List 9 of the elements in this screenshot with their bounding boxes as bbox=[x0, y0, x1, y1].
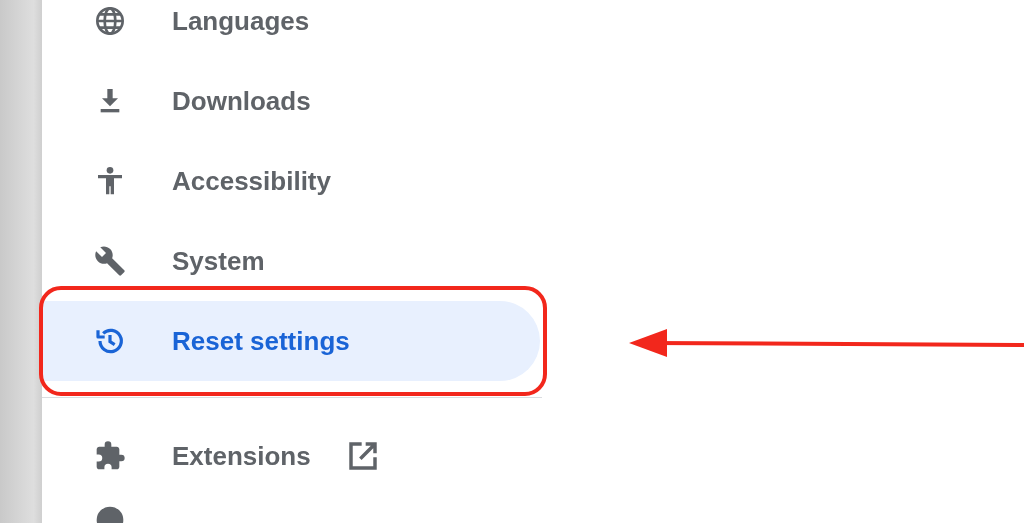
sidebar-item[interactable]: System bbox=[42, 221, 540, 301]
puzzle-icon bbox=[94, 440, 126, 472]
sidebar-item[interactable]: Accessibility bbox=[42, 141, 540, 221]
sidebar-item[interactable]: Reset settings bbox=[42, 301, 540, 381]
sidebar-item[interactable]: Downloads bbox=[42, 61, 540, 141]
wrench-icon bbox=[94, 245, 126, 277]
globe-icon bbox=[94, 5, 126, 37]
sidebar-item[interactable]: Extensions bbox=[42, 416, 540, 496]
sidebar-item[interactable]: Languages bbox=[42, 0, 540, 61]
